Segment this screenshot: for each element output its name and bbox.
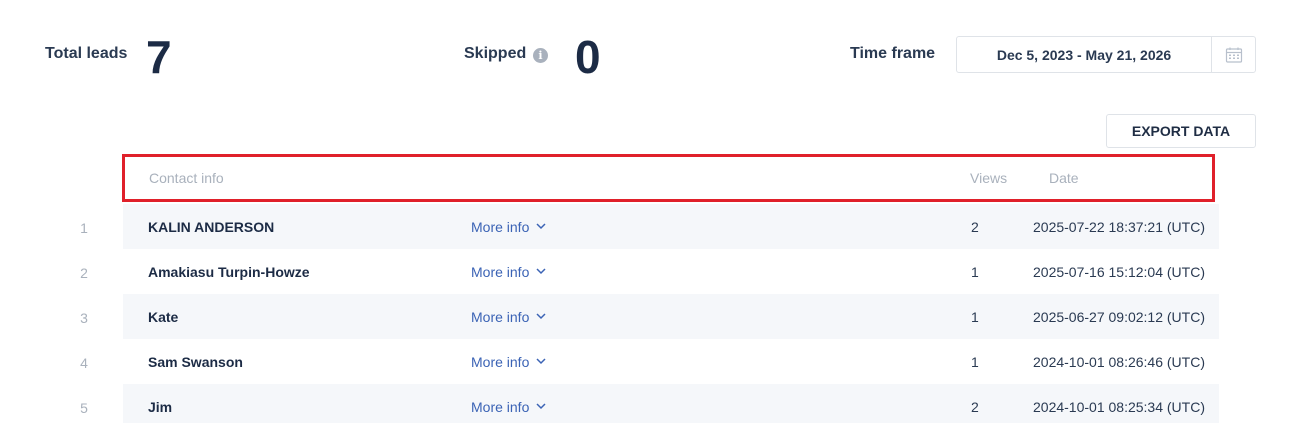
row-number: 5 [80,400,88,416]
header-contact-info[interactable]: Contact info [149,170,224,186]
lead-date: 2024-10-01 08:25:34 (UTC) [1033,398,1205,415]
lead-name: Kate [148,308,179,325]
time-frame-label: Time frame [850,45,936,62]
total-leads-label: Total leads [45,45,128,62]
table-row: Kate More info 1 2025-06-27 09:02:12 (UT… [123,294,1219,339]
lead-date: 2025-06-27 09:02:12 (UTC) [1033,308,1205,325]
lead-name: Jim [148,398,173,415]
row-number: 2 [80,265,88,281]
more-info-label: More info [471,308,530,325]
more-info-toggle[interactable]: More info [471,294,546,339]
lead-date: 2025-07-22 18:37:21 (UTC) [1033,218,1205,235]
export-data-button[interactable]: EXPORT DATA [1106,114,1256,148]
more-info-toggle[interactable]: More info [471,384,546,423]
header-date[interactable]: Date [1049,170,1079,186]
chevron-down-icon [536,403,546,410]
header-views[interactable]: Views [970,170,1007,186]
chevron-down-icon [536,223,546,230]
date-range-value[interactable]: Dec 5, 2023 - May 21, 2026 [957,37,1211,72]
more-info-label: More info [471,218,530,235]
calendar-button[interactable] [1211,37,1255,72]
lead-views: 1 [971,353,979,370]
lead-views: 2 [971,218,979,235]
lead-name: KALIN ANDERSON [148,218,275,235]
lead-views: 2 [971,398,979,415]
table-row: Amakiasu Turpin-Howze More info 1 2025-0… [123,249,1219,294]
row-number: 4 [80,355,88,371]
table-row: KALIN ANDERSON More info 2 2025-07-22 18… [123,204,1219,249]
skipped-label: Skipped [464,45,527,62]
chevron-down-icon [536,313,546,320]
total-leads-value: 7 [146,31,172,83]
row-number: 1 [80,220,88,236]
info-icon[interactable]: i [533,48,548,63]
table-row: Jim More info 2 2024-10-01 08:25:34 (UTC… [123,384,1219,423]
calendar-icon [1225,47,1242,63]
more-info-toggle[interactable]: More info [471,204,546,249]
lead-views: 1 [971,308,979,325]
more-info-toggle[interactable]: More info [471,249,546,294]
more-info-label: More info [471,263,530,280]
more-info-label: More info [471,353,530,370]
chevron-down-icon [536,358,546,365]
lead-name: Amakiasu Turpin-Howze [148,263,310,280]
row-number: 3 [80,310,88,326]
lead-date: 2025-07-16 15:12:04 (UTC) [1033,263,1205,280]
lead-date: 2024-10-01 08:26:46 (UTC) [1033,353,1205,370]
lead-name: Sam Swanson [148,353,243,370]
chevron-down-icon [536,268,546,275]
more-info-toggle[interactable]: More info [471,339,546,384]
more-info-label: More info [471,398,530,415]
skipped-value: 0 [575,31,601,83]
lead-views: 1 [971,263,979,280]
table-row: Sam Swanson More info 1 2024-10-01 08:26… [123,339,1219,384]
date-range-picker[interactable]: Dec 5, 2023 - May 21, 2026 [956,36,1256,73]
